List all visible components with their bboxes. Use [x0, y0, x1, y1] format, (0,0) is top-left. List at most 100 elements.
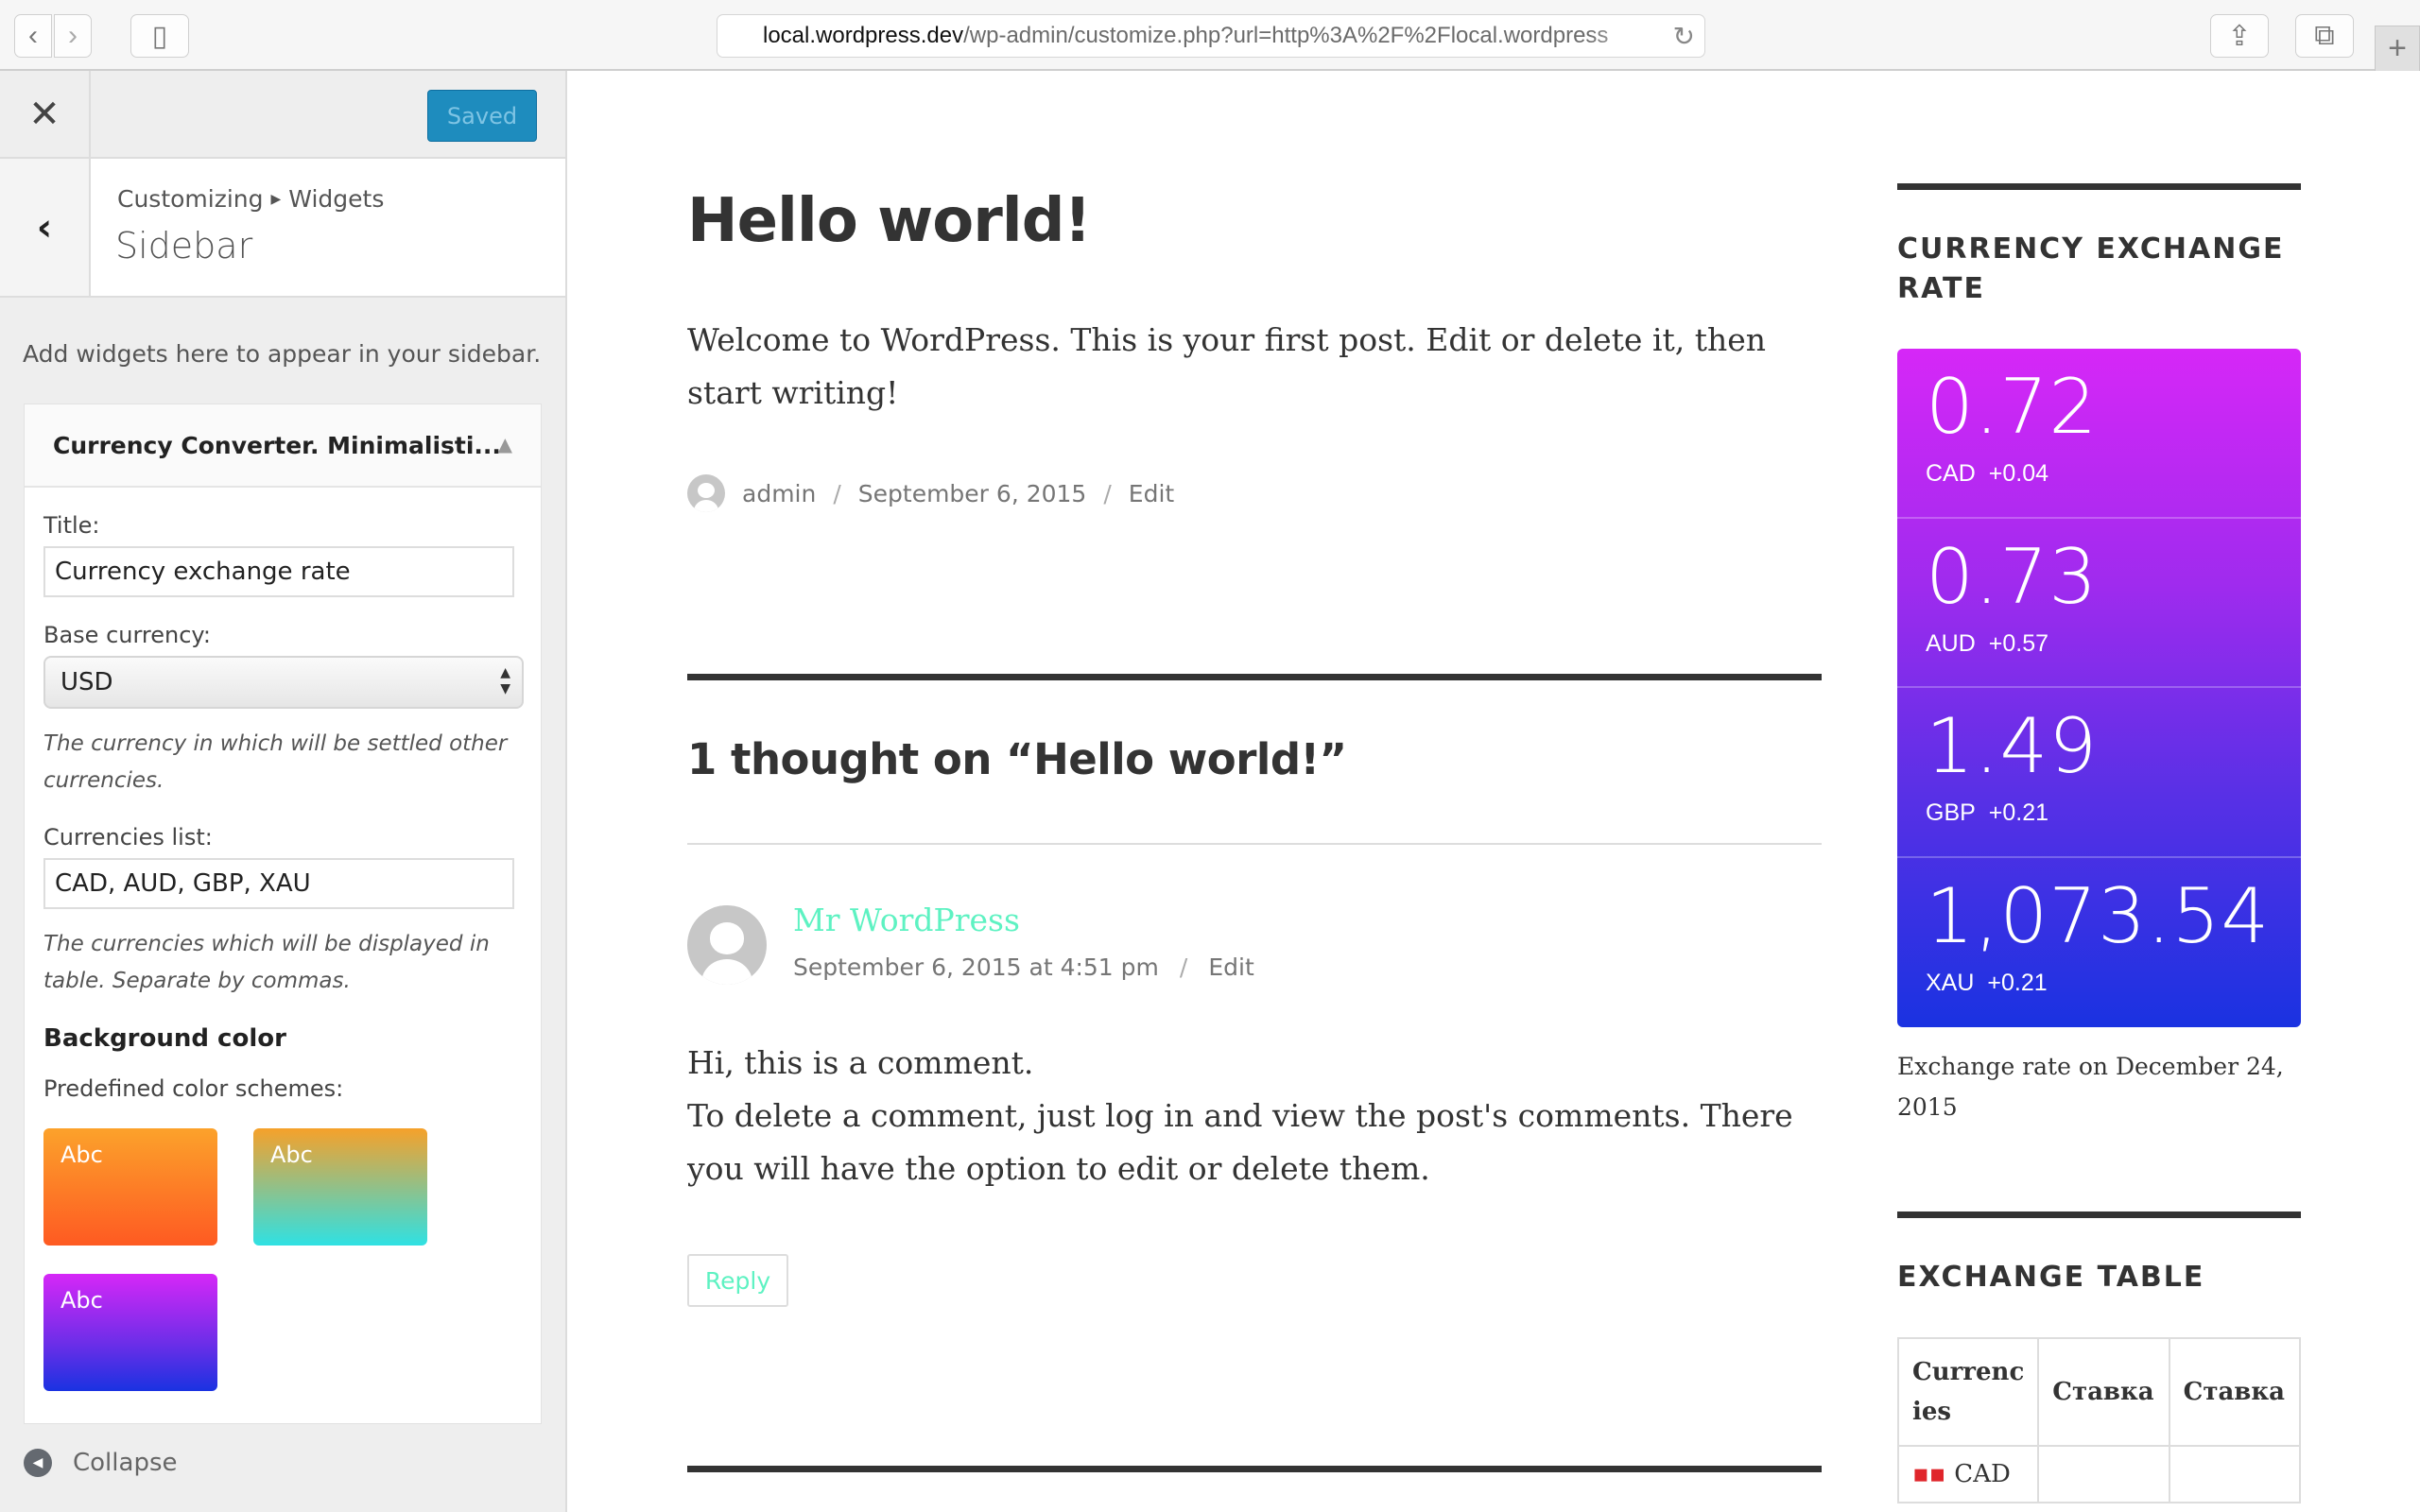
rate-row: 1.49 GBP +0.21: [1897, 688, 2301, 858]
background-color-heading: Background color: [43, 1024, 286, 1053]
color-scheme-teal[interactable]: Abc: [253, 1128, 427, 1246]
reply-button[interactable]: Reply: [687, 1254, 788, 1307]
customizer-header: ✕ Saved: [0, 71, 565, 159]
share-button[interactable]: ⇪: [2210, 14, 2269, 58]
currencies-list-help: The currencies which will be displayed i…: [43, 932, 490, 993]
sidebar-icon: ▯: [151, 20, 168, 52]
breadcrumb-item: Widgets: [288, 185, 385, 213]
meta-separator: /: [1103, 479, 1112, 507]
caret-right-icon: ▶: [270, 191, 282, 207]
rate-value: 1,073.54: [1926, 871, 2271, 960]
rate-code: XAU: [1926, 969, 1975, 996]
chevron-left-icon: ‹: [36, 205, 53, 249]
title-label: Title:: [43, 512, 100, 539]
author-avatar: [687, 474, 725, 512]
address-bar[interactable]: local.wordpress.dev/wp-admin/customize.p…: [717, 14, 1705, 58]
color-schemes-label: Predefined color schemes:: [43, 1075, 344, 1102]
site-preview: Hello world! Welcome to WordPress. This …: [569, 73, 2420, 1512]
color-scheme-purple[interactable]: Abc: [43, 1274, 217, 1391]
rate-value: 0.73: [1926, 532, 2099, 621]
post-edit-link[interactable]: Edit: [1129, 480, 1174, 507]
post-content: Welcome to WordPress. This is your first…: [687, 321, 1767, 411]
url-fade: [1587, 15, 1663, 57]
comment-author-link[interactable]: Mr WordPress: [793, 902, 1020, 938]
collapse-button[interactable]: ◀ Collapse: [24, 1449, 178, 1477]
color-schemes: Abc Abc Abc: [43, 1128, 522, 1391]
rate-value: 1.49: [1926, 702, 2099, 790]
forward-button[interactable]: ›: [54, 14, 92, 58]
collapse-label: Collapse: [73, 1449, 178, 1477]
back-to-widgets-button[interactable]: ‹: [0, 159, 91, 296]
table-header: Currenc ies: [1896, 1337, 2040, 1447]
select-arrows-icon: ▲ ▼: [500, 665, 510, 696]
post-author-link[interactable]: admin: [742, 480, 816, 507]
rate-code: AUD: [1926, 629, 1976, 657]
browser-toolbar: ‹ › ▯ local.wordpress.dev/wp-admin/custo…: [0, 0, 2420, 71]
close-icon: ✕: [28, 92, 60, 136]
post-meta: admin / September 6, 2015 / Edit: [687, 474, 1174, 512]
exchange-table: Currenc ies Ставка Ставка ▪▪ CAD: [1896, 1337, 2302, 1503]
widget-header[interactable]: Currency Converter. Minimalisti... ▲: [25, 404, 541, 488]
breadcrumb-item: Customizing: [117, 185, 264, 213]
chevron-left-icon: ‹: [28, 20, 38, 51]
comment-divider: [687, 843, 1822, 845]
rates-date-note: Exchange rate on December 24, 2015: [1897, 1053, 2284, 1121]
section-title: Sidebar: [115, 225, 253, 266]
table-cell: [2037, 1445, 2170, 1503]
section-divider: [687, 1466, 1822, 1472]
new-tab-button[interactable]: +: [2375, 26, 2420, 71]
table-cell: [2168, 1445, 2302, 1503]
collapse-arrow-icon: ◀: [24, 1449, 52, 1477]
back-button[interactable]: ‹: [14, 14, 52, 58]
comment-line: Hi, this is a comment.: [687, 1044, 1034, 1081]
currency-widget-form: Currency Converter. Minimalisti... ▲ Tit…: [24, 404, 542, 1424]
section-description: Add widgets here to appear in your sideb…: [23, 340, 542, 368]
rate-code: CAD: [1926, 460, 1976, 487]
rate-change: +0.04: [1988, 460, 2049, 487]
url-host: local.wordpress.dev: [763, 23, 964, 48]
currencies-list-input[interactable]: [43, 858, 514, 909]
rate-code: GBP: [1926, 799, 1976, 826]
sidebar-toggle-button[interactable]: ▯: [130, 14, 189, 58]
base-currency-select[interactable]: USD ▲ ▼: [43, 656, 524, 709]
share-icon: ⇪: [2227, 20, 2252, 52]
widget-divider: [1897, 183, 2301, 190]
base-currency-value: USD: [60, 668, 113, 696]
comment-body: Hi, this is a comment. To delete a comme…: [687, 1037, 1822, 1195]
close-customizer-button[interactable]: ✕: [0, 71, 91, 157]
rate-row: 1,073.54 XAU +0.21: [1897, 858, 2301, 1028]
currency-code: CAD: [1954, 1460, 2011, 1488]
table-row: ▪▪ CAD: [1896, 1445, 2302, 1503]
reload-icon[interactable]: ↻: [1659, 21, 1695, 52]
saved-button[interactable]: Saved: [427, 90, 537, 142]
url-path: /wp-admin/customize.php?url=http%3A%2F%2…: [963, 23, 1609, 48]
rate-change: +0.21: [1987, 969, 2048, 996]
comment-date-link[interactable]: September 6, 2015 at 4:51 pm: [793, 954, 1159, 981]
table-header: Ставка: [2037, 1337, 2170, 1447]
plus-icon: +: [2388, 30, 2407, 66]
flag-icon: ▪▪: [1912, 1460, 1955, 1488]
breadcrumb: Customizing ▶ Widgets: [117, 185, 384, 213]
rate-row: 0.73 AUD +0.57: [1897, 519, 2301, 688]
base-currency-label: Base currency:: [43, 622, 211, 648]
widget-divider: [1897, 1211, 2301, 1218]
table-header: Ставка: [2168, 1337, 2302, 1447]
comments-divider: [687, 674, 1822, 680]
section-header: ‹ Customizing ▶ Widgets Sidebar: [0, 159, 565, 298]
tabs-button[interactable]: ⧉: [2295, 14, 2354, 58]
post-date-link[interactable]: September 6, 2015: [858, 480, 1087, 507]
customizer-panel: ✕ Saved ‹ Customizing ▶ Widgets Sidebar …: [0, 71, 567, 1512]
widget-title: Currency Converter. Minimalisti...: [53, 431, 501, 459]
table-widget-title: EXCHANGE TABLE: [1897, 1261, 2205, 1294]
color-scheme-orange[interactable]: Abc: [43, 1128, 217, 1246]
title-input[interactable]: [43, 546, 514, 597]
chevron-right-icon: ›: [68, 20, 78, 51]
comment-line: To delete a comment, just log in and vie…: [687, 1097, 1793, 1187]
meta-separator: /: [833, 479, 841, 507]
post-title[interactable]: Hello world!: [687, 186, 1092, 256]
exchange-rates-card: 0.72 CAD +0.04 0.73 AUD +0.57 1.49 GBP +0.2…: [1897, 349, 2301, 1027]
tabs-icon: ⧉: [2314, 20, 2335, 51]
triangle-up-icon[interactable]: ▲: [498, 433, 512, 455]
comment-edit-link[interactable]: Edit: [1208, 954, 1253, 981]
meta-separator: /: [1179, 954, 1188, 981]
